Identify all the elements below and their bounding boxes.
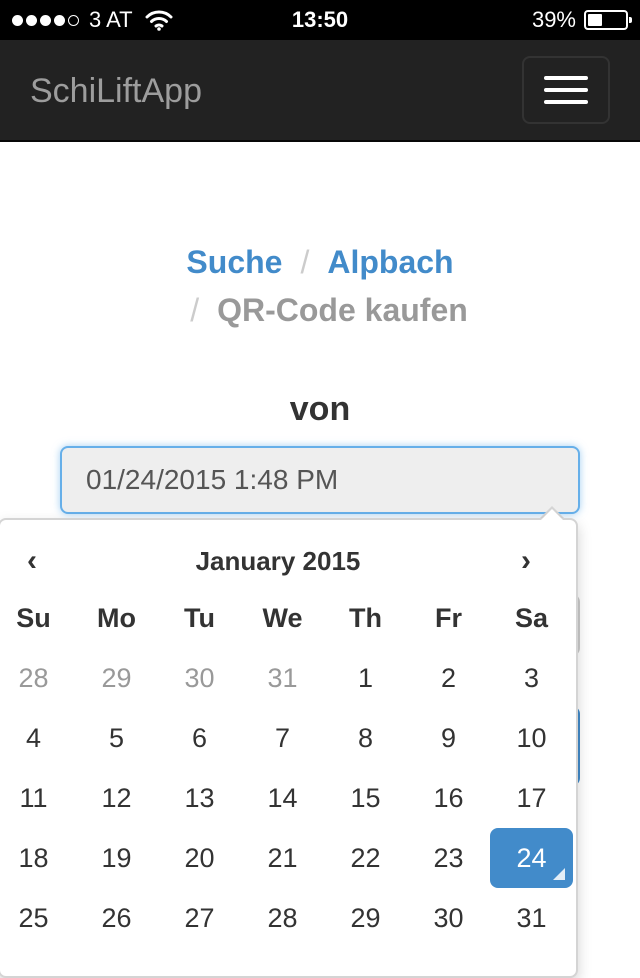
day-cell[interactable]: 5 (75, 708, 158, 768)
breadcrumb-separator: / (300, 244, 310, 280)
day-cell[interactable]: 12 (75, 768, 158, 828)
day-cell[interactable]: 4 (0, 708, 75, 768)
weekday-sa: Sa (514, 602, 549, 633)
breadcrumb-line-2: / QR-Code kaufen (0, 286, 640, 334)
day-cell[interactable]: 8 (324, 708, 407, 768)
day-cell[interactable]: 20 (158, 828, 241, 888)
day-cell[interactable]: 31 (490, 888, 573, 948)
day-cell[interactable]: 1 (324, 648, 407, 708)
week-row: 11 12 13 14 15 16 17 (0, 768, 573, 828)
menu-bar (544, 76, 588, 80)
battery-icon (584, 10, 632, 30)
battery-fill (588, 14, 602, 26)
day-cell[interactable]: 10 (490, 708, 573, 768)
calendar-grid: Su Mo Tu We Th Fr Sa 28 29 30 31 1 2 3 4… (0, 588, 573, 948)
datepicker-popup: ‹ January 2015 › Su Mo Tu We Th Fr Sa 28… (0, 518, 578, 978)
day-cell[interactable]: 28 (0, 648, 75, 708)
day-cell[interactable]: 14 (241, 768, 324, 828)
day-cell[interactable]: 11 (0, 768, 75, 828)
weekday-mo: Mo (97, 602, 136, 633)
next-month-button[interactable]: › (496, 538, 556, 584)
app-brand[interactable]: SchiLiftApp (30, 70, 202, 112)
weekday-we: We (262, 602, 303, 633)
day-cell[interactable]: 28 (241, 888, 324, 948)
hamburger-menu-icon[interactable] (522, 56, 610, 124)
day-cell[interactable]: 16 (407, 768, 490, 828)
day-cell[interactable]: 19 (75, 828, 158, 888)
from-datetime-input[interactable]: 01/24/2015 1:48 PM (60, 446, 580, 514)
day-cell[interactable]: 25 (0, 888, 75, 948)
day-cell[interactable]: 31 (241, 648, 324, 708)
status-bar: 3 AT 13:50 39% (0, 0, 640, 40)
day-cell[interactable]: 2 (407, 648, 490, 708)
breadcrumb: Suche / Alpbach / QR-Code kaufen (0, 238, 640, 334)
picker-caret-inner (540, 509, 564, 521)
day-cell[interactable]: 30 (158, 648, 241, 708)
week-row: 28 29 30 31 1 2 3 (0, 648, 573, 708)
weekday-header-row: Su Mo Tu We Th Fr Sa (0, 588, 573, 648)
week-row: 4 5 6 7 8 9 10 (0, 708, 573, 768)
day-cell[interactable]: 18 (0, 828, 75, 888)
day-cell[interactable]: 3 (490, 648, 573, 708)
status-right: 39% (531, 7, 632, 32)
navbar: SchiLiftApp (0, 40, 640, 142)
breadcrumb-separator: / (190, 292, 200, 328)
breadcrumb-item-suche[interactable]: Suche (186, 244, 282, 280)
day-cell[interactable]: 17 (490, 768, 573, 828)
weekday-tu: Tu (184, 602, 215, 633)
day-cell[interactable]: 29 (75, 648, 158, 708)
day-cell[interactable]: 15 (324, 768, 407, 828)
day-cell[interactable]: 22 (324, 828, 407, 888)
weekday-su: Su (16, 602, 51, 633)
month-title[interactable]: January 2015 (60, 538, 496, 584)
day-cell[interactable]: 13 (158, 768, 241, 828)
datepicker-header: ‹ January 2015 › (0, 538, 576, 584)
from-label: von (289, 390, 351, 428)
battery-nub (629, 17, 632, 23)
day-cell[interactable]: 6 (158, 708, 241, 768)
day-cell[interactable]: 26 (75, 888, 158, 948)
day-cell[interactable]: 27 (158, 888, 241, 948)
breadcrumb-item-current: QR-Code kaufen (217, 292, 468, 328)
battery-percent: 39% (531, 7, 576, 32)
today-marker-icon (553, 868, 565, 880)
day-cell[interactable]: 29 (324, 888, 407, 948)
week-row: 25 26 27 28 29 30 31 (0, 888, 573, 948)
day-cell[interactable]: 7 (241, 708, 324, 768)
day-cell[interactable]: 21 (241, 828, 324, 888)
day-cell[interactable]: 23 (407, 828, 490, 888)
day-cell[interactable]: 9 (407, 708, 490, 768)
breadcrumb-item-alpbach[interactable]: Alpbach (327, 244, 453, 280)
prev-month-button[interactable]: ‹ (2, 538, 62, 584)
menu-bar (544, 88, 588, 92)
menu-bar (544, 100, 588, 104)
day-cell[interactable]: 30 (407, 888, 490, 948)
day-cell-selected[interactable]: 24 (490, 828, 573, 888)
week-row: 18 19 20 21 22 23 24 (0, 828, 573, 888)
weekday-th: Th (349, 602, 382, 633)
weekday-fr: Fr (435, 602, 462, 633)
